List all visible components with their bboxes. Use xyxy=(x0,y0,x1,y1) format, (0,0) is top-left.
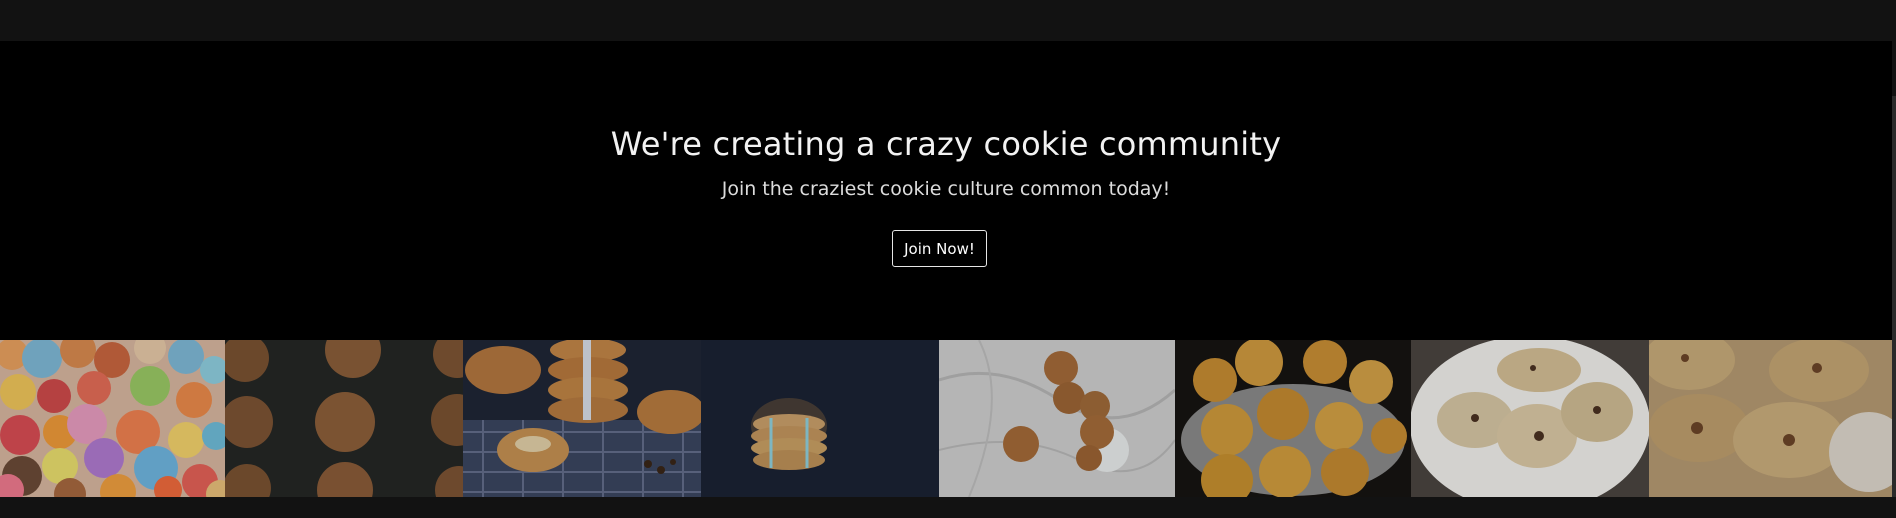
hero-subtitle: Join the craziest cookie culture common … xyxy=(721,178,1171,200)
join-now-button[interactable]: Join Now! xyxy=(892,230,987,267)
top-navbar xyxy=(0,0,1896,41)
hero-title: We're creating a crazy cookie community xyxy=(610,125,1282,163)
hero-section: We're creating a crazy cookie community … xyxy=(0,41,1892,340)
gallery-image-plate-cookies[interactable] xyxy=(1411,340,1649,497)
gallery-image-twine-cookies[interactable] xyxy=(701,340,939,497)
gallery-image-macarons[interactable] xyxy=(0,340,225,497)
cookie-gallery xyxy=(0,340,1892,497)
page-footer-strip xyxy=(0,497,1896,518)
gallery-image-marble-cookies[interactable] xyxy=(939,340,1175,497)
gallery-image-basket-cookies[interactable] xyxy=(1649,340,1892,497)
gallery-image-stacked-cookies[interactable] xyxy=(463,340,701,497)
gallery-image-tray-cookies[interactable] xyxy=(1175,340,1411,497)
scrollbar-thumb[interactable] xyxy=(1892,96,1896,518)
gallery-image-chocolate-cookies[interactable] xyxy=(225,340,463,497)
